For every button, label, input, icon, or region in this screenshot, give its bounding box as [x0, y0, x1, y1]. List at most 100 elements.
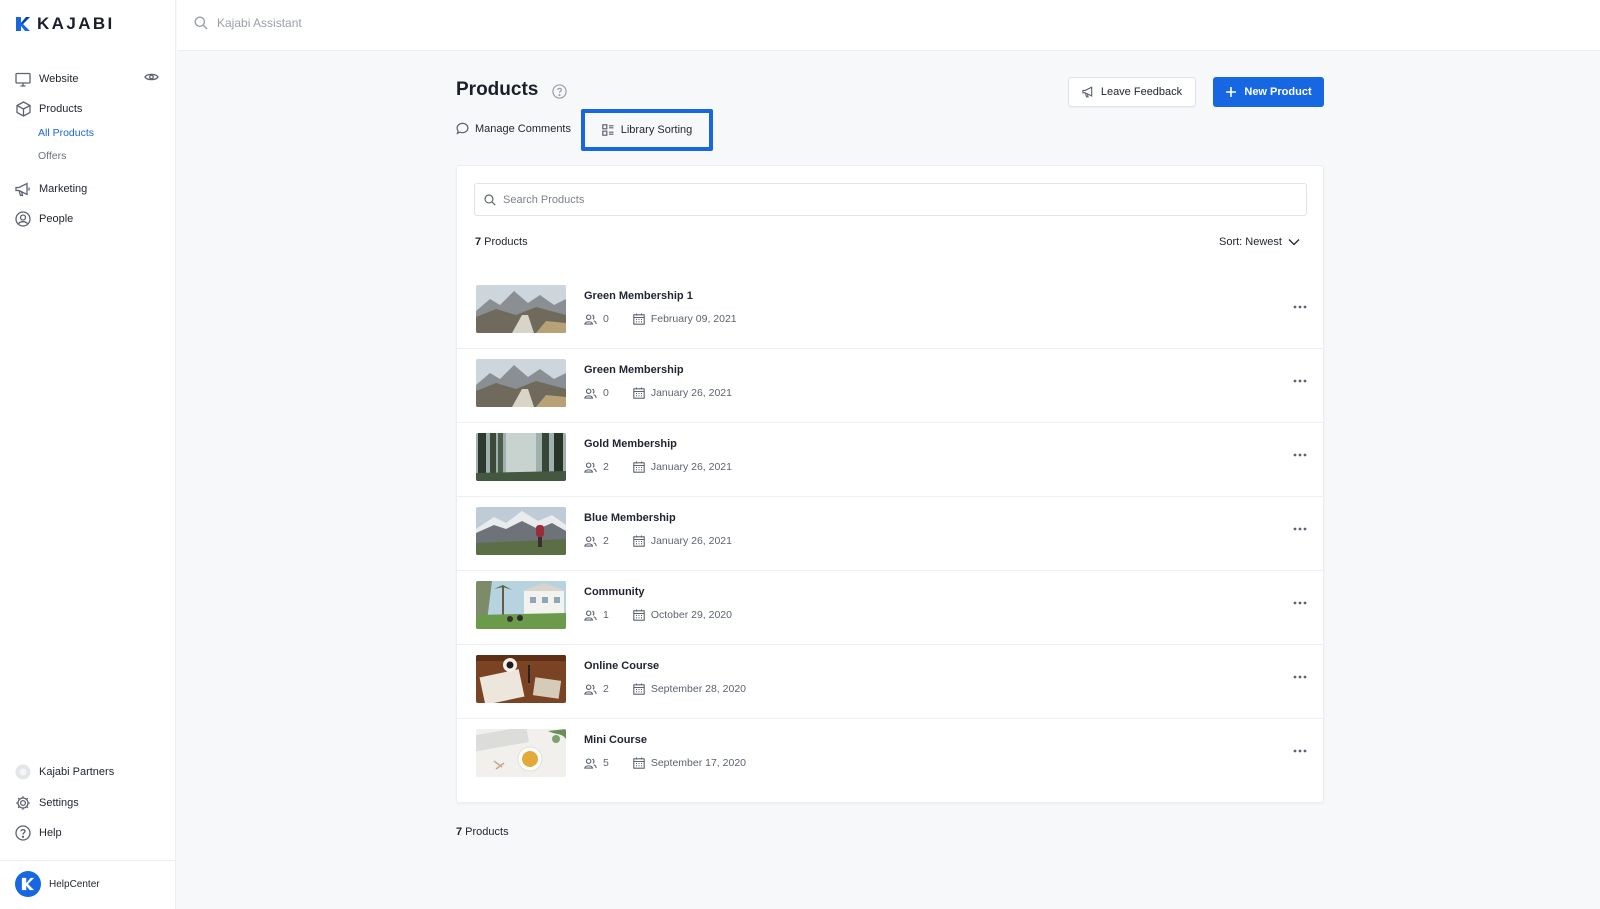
- sidebar-item-products[interactable]: Products: [15, 101, 82, 117]
- members-icon: [584, 461, 597, 473]
- calendar-icon: [633, 313, 645, 325]
- product-meta: 0 January 26, 2021: [584, 387, 732, 399]
- help-circle-icon: [15, 825, 31, 841]
- sidebar-item-website[interactable]: Website: [15, 71, 79, 87]
- search-icon: [484, 193, 496, 206]
- manage-comments-link[interactable]: Manage Comments: [456, 122, 571, 135]
- product-row[interactable]: Community 1 October 29, 2020: [457, 571, 1323, 645]
- created-date: September 28, 2020: [650, 683, 746, 695]
- assistant-placeholder: Kajabi Assistant: [217, 16, 302, 30]
- product-row[interactable]: Online Course 2 September 28, 2020: [457, 645, 1323, 719]
- created-date: February 09, 2021: [650, 313, 737, 325]
- account-switcher[interactable]: HelpCenter: [15, 871, 100, 897]
- member-count: 2: [603, 535, 609, 547]
- search-products-field[interactable]: [474, 183, 1307, 216]
- product-thumbnail: [476, 507, 566, 555]
- product-meta: 2 September 28, 2020: [584, 683, 746, 695]
- chevron-down-icon: [1288, 239, 1300, 246]
- avatar: [15, 871, 41, 897]
- member-count: 2: [603, 461, 609, 473]
- more-actions-icon[interactable]: [1290, 667, 1310, 687]
- created-date: January 26, 2021: [650, 535, 732, 547]
- sidebar: KAJABI Website Products All Products Off…: [0, 0, 176, 909]
- products-card: 7 Products Sort: Newest Green Membership…: [456, 165, 1324, 803]
- member-count: 5: [603, 757, 609, 769]
- search-products-input[interactable]: [503, 193, 1283, 206]
- product-thumbnail: [476, 581, 566, 629]
- more-actions-icon[interactable]: [1290, 593, 1310, 613]
- product-row[interactable]: Green Membership 1 0 February 09, 2021: [457, 275, 1323, 349]
- product-name: Green Membership 1: [584, 290, 693, 302]
- help-circle-icon[interactable]: [552, 84, 567, 99]
- created-date: October 29, 2020: [650, 609, 732, 621]
- members-icon: [584, 387, 597, 399]
- product-meta: 5 September 17, 2020: [584, 757, 746, 769]
- members-icon: [584, 535, 597, 547]
- product-row[interactable]: Gold Membership 2 January 26, 2021: [457, 423, 1323, 497]
- leave-feedback-button[interactable]: Leave Feedback: [1068, 77, 1196, 107]
- sidebar-item-marketing[interactable]: Marketing: [15, 181, 87, 197]
- sidebar-item-label: Website: [39, 73, 79, 85]
- product-name: Blue Membership: [584, 512, 676, 524]
- product-name: Online Course: [584, 660, 660, 672]
- more-actions-icon[interactable]: [1290, 519, 1310, 539]
- sidebar-item-people[interactable]: People: [15, 211, 73, 227]
- product-name: Gold Membership: [584, 438, 677, 450]
- product-thumbnail: [476, 729, 566, 777]
- gear-icon: [15, 795, 31, 811]
- product-row[interactable]: Green Membership 0 January 26, 2021: [457, 349, 1323, 423]
- sidebar-item-help[interactable]: Help: [15, 825, 62, 841]
- more-actions-icon[interactable]: [1290, 371, 1310, 391]
- members-icon: [584, 313, 597, 325]
- library-sorting-button[interactable]: Library Sorting: [581, 109, 713, 151]
- footer-count-label: Products: [462, 826, 509, 838]
- user-circle-icon: [15, 211, 31, 227]
- sidebar-subitem-offers[interactable]: Offers: [38, 150, 66, 162]
- calendar-icon: [633, 461, 645, 473]
- created-date: September 17, 2020: [650, 757, 746, 769]
- sidebar-item-label: People: [39, 213, 74, 225]
- kajabi-logo-icon: [16, 17, 30, 31]
- sort-grid-icon: [601, 124, 614, 136]
- sort-dropdown[interactable]: Sort: Newest: [1219, 236, 1300, 248]
- kajabi-assistant-search[interactable]: Kajabi Assistant: [194, 16, 302, 30]
- member-count: 1: [603, 609, 609, 621]
- sidebar-item-settings[interactable]: Settings: [15, 795, 79, 811]
- megaphone-icon: [1082, 86, 1093, 98]
- more-actions-icon[interactable]: [1290, 741, 1310, 761]
- product-name: Green Membership: [584, 364, 684, 376]
- product-meta: 1 October 29, 2020: [584, 609, 732, 621]
- comment-icon: [456, 122, 469, 135]
- monitor-icon: [15, 71, 31, 87]
- product-meta: 0 February 09, 2021: [584, 313, 737, 325]
- product-thumbnail: [476, 285, 566, 333]
- eye-icon[interactable]: [144, 72, 159, 82]
- more-actions-icon[interactable]: [1290, 297, 1310, 317]
- leave-feedback-label: Leave Feedback: [1100, 86, 1183, 98]
- plus-icon: [1226, 87, 1237, 97]
- sidebar-item-label: Marketing: [39, 183, 88, 195]
- footer-products-count: 7 Products: [456, 826, 509, 838]
- calendar-icon: [633, 683, 645, 695]
- product-thumbnail: [476, 359, 566, 407]
- members-icon: [584, 609, 597, 621]
- product-meta: 2 January 26, 2021: [584, 535, 732, 547]
- product-name: Community: [584, 586, 645, 598]
- manage-comments-label: Manage Comments: [475, 122, 571, 135]
- sidebar-subitem-all-products[interactable]: All Products: [38, 127, 94, 139]
- products-count-label: Products: [481, 236, 528, 248]
- sidebar-item-label: Products: [39, 103, 83, 115]
- sort-label: Sort: Newest: [1219, 236, 1282, 248]
- created-date: January 26, 2021: [650, 387, 732, 399]
- kajabi-logo[interactable]: KAJABI: [15, 14, 115, 34]
- members-icon: [584, 683, 597, 695]
- product-row[interactable]: Blue Membership 2 January 26, 2021: [457, 497, 1323, 571]
- box-icon: [15, 101, 31, 117]
- more-actions-icon[interactable]: [1290, 445, 1310, 465]
- member-count: 0: [603, 387, 609, 399]
- new-product-button[interactable]: New Product: [1213, 77, 1324, 107]
- account-name: HelpCenter: [49, 878, 100, 890]
- product-row[interactable]: Mini Course 5 September 17, 2020: [457, 719, 1323, 793]
- sidebar-item-kajabi-partners[interactable]: Kajabi Partners: [15, 764, 114, 780]
- sidebar-divider: [0, 860, 176, 861]
